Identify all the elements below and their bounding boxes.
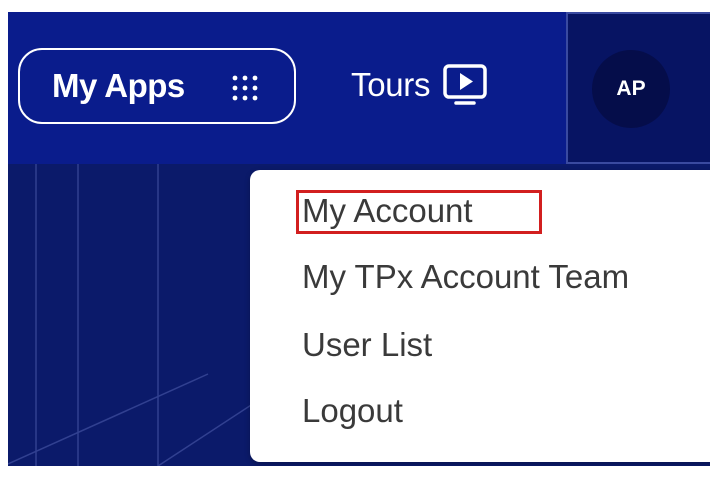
menu-item-logout[interactable]: Logout <box>302 392 403 430</box>
avatar[interactable]: AP <box>592 50 670 128</box>
tours-label: Tours <box>351 66 431 103</box>
top-navigation-bar: My Apps Tours AP <box>8 12 710 164</box>
my-apps-button[interactable]: My Apps <box>18 48 296 124</box>
tours-button[interactable]: Tours <box>351 60 488 110</box>
menu-item-user-list[interactable]: User List <box>302 326 432 364</box>
app-window: My Apps Tours AP My Account My TPx Accou <box>8 12 710 466</box>
play-screen-icon <box>443 64 487 105</box>
menu-item-my-account[interactable]: My Account <box>302 192 473 230</box>
user-menu-toggle[interactable]: AP <box>566 12 710 164</box>
menu-item-my-tpx-account-team[interactable]: My TPx Account Team <box>302 258 629 296</box>
user-dropdown-menu: My Account My TPx Account Team User List… <box>250 170 710 462</box>
my-apps-label: My Apps <box>52 67 185 104</box>
grid-dots-icon <box>232 75 258 101</box>
